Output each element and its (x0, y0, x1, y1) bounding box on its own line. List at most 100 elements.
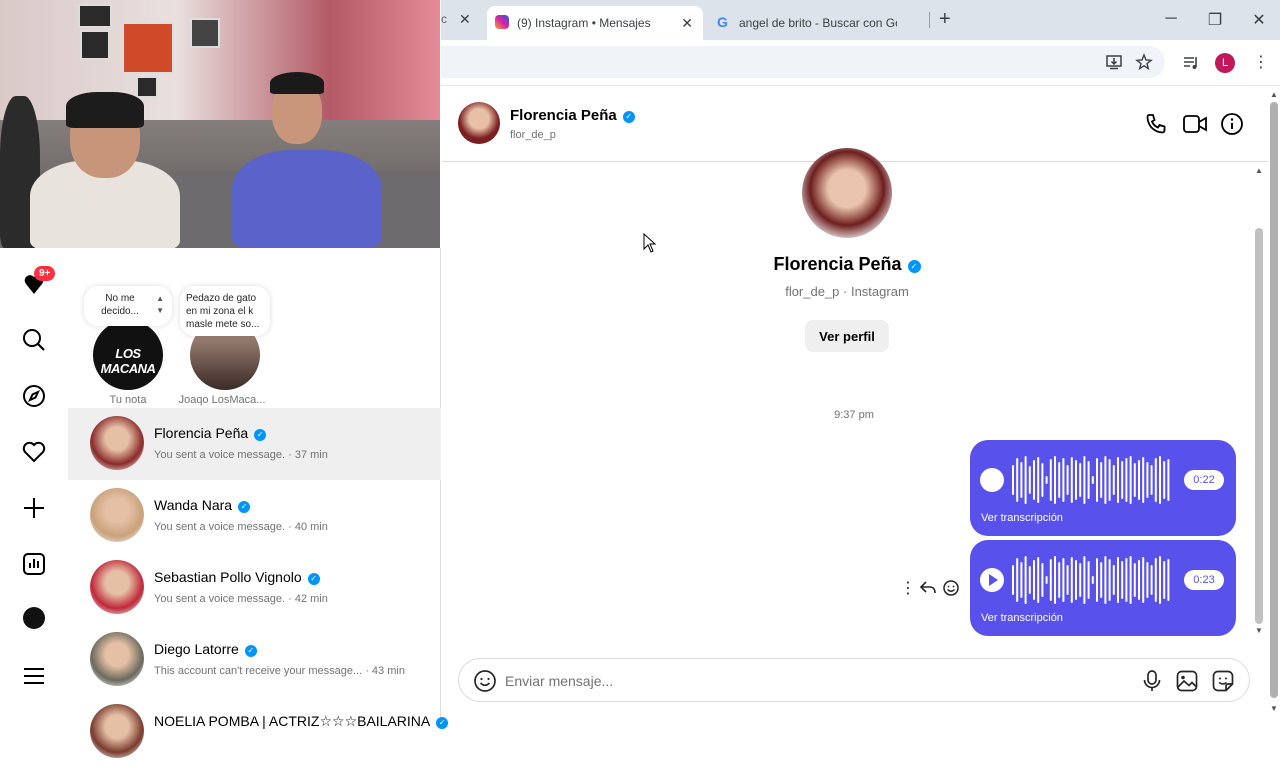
tab-close-icon[interactable]: ✕ (681, 15, 693, 32)
view-transcript-link[interactable]: Ver transcripción (981, 612, 1063, 624)
webcam-person-right-body (232, 150, 382, 248)
conversation-info-icon[interactable] (1220, 112, 1244, 136)
close-window-button[interactable]: ✕ (1249, 10, 1269, 30)
waveform-bar (1083, 456, 1086, 504)
conversation-avatar (90, 560, 144, 614)
verified-badge-icon: ✓ (254, 429, 267, 441)
conversation-row[interactable]: Florencia Peña ✓ You sent a voice message.… (68, 408, 441, 480)
waveform-bar (1083, 556, 1086, 604)
verified-badge-icon: ✓ (238, 501, 251, 513)
scroll-up-arrow-icon[interactable]: ▲ (1255, 166, 1263, 175)
message-more-icon[interactable]: ⋮ (900, 578, 916, 598)
conversation-row[interactable]: Sebastian Pollo Vignolo ✓ You sent a voice… (68, 552, 441, 624)
conversation-name: Diego Latorre ✓ (154, 641, 257, 657)
waveform-bar (1150, 465, 1153, 495)
waveform-bar (1117, 457, 1119, 503)
waveform-bar (1159, 456, 1161, 504)
react-emoji-icon[interactable] (942, 579, 960, 597)
conversation-avatar (90, 416, 144, 470)
play-icon (989, 574, 998, 586)
webcam-overlay (0, 0, 440, 248)
waveform-bar (1129, 556, 1132, 604)
my-note-bubble[interactable]: No me decido... ▲ ▼ (84, 286, 172, 326)
waveform-bar (1070, 457, 1073, 503)
more-menu-icon[interactable] (20, 662, 48, 690)
explore-compass-icon[interactable] (20, 382, 48, 410)
voice-play-button[interactable] (980, 568, 1004, 592)
conversation-row[interactable]: NOELIA POMBA | ACTRIZ☆☆☆BAILARINA ✓ (68, 696, 449, 768)
waveform-bar (1087, 561, 1090, 599)
waveform-bar (1037, 557, 1040, 603)
waveform-bar (1138, 460, 1140, 500)
chat-header-name[interactable]: Florencia Peña ✓ (510, 107, 635, 124)
minimize-button[interactable]: ─ (1161, 10, 1181, 28)
browser-menu-icon[interactable]: ⋮ (1253, 52, 1269, 72)
waveform-bar (1070, 557, 1073, 603)
verified-badge-icon: ✓ (436, 717, 449, 729)
profile-avatar-icon[interactable] (23, 607, 45, 629)
waveform-bar (1041, 563, 1044, 597)
page-scrollbar[interactable]: ▲ ▼ (1268, 88, 1280, 720)
conversation-row[interactable]: Wanda Nara ✓ You sent a voice message. · 4… (68, 480, 441, 552)
video-call-icon[interactable] (1182, 112, 1208, 136)
partial-tab-close-icon[interactable]: ✕ (459, 11, 471, 28)
waveform-bar (1012, 565, 1014, 595)
microphone-icon[interactable] (1141, 669, 1163, 693)
dashboard-chart-icon[interactable] (20, 550, 48, 578)
webcam-poster (136, 76, 158, 98)
waveform-bar (1163, 461, 1166, 499)
scroll-up-arrow-icon[interactable]: ▲ (1270, 90, 1278, 99)
address-bar[interactable] (441, 46, 1165, 78)
message-input[interactable] (505, 669, 1105, 693)
waveform-bar (1058, 462, 1061, 498)
profile-picture-large[interactable] (802, 148, 892, 238)
waveform-bar (1075, 560, 1077, 600)
new-tab-button[interactable]: + (939, 8, 951, 31)
voice-message[interactable]: 0:22 Ver transcripción (970, 440, 1236, 536)
tab-google-search[interactable]: G angel de brito - Buscar con Goo (709, 6, 931, 40)
emoji-picker-icon[interactable] (473, 669, 497, 693)
tab-instagram[interactable]: (9) Instagram • Mensajes ✕ (487, 6, 703, 40)
sticker-icon[interactable] (1211, 669, 1235, 693)
restore-button[interactable]: ❐ (1205, 10, 1225, 30)
profile-avatar[interactable]: L (1215, 53, 1235, 73)
waveform-bar (1079, 463, 1082, 497)
waveform-bar (1100, 462, 1103, 498)
bookmark-star-icon[interactable] (1135, 53, 1153, 71)
create-plus-icon[interactable] (20, 494, 48, 522)
conversation-row[interactable]: Diego Latorre ✓ This account can't receive… (68, 624, 441, 696)
install-app-icon[interactable] (1105, 53, 1123, 71)
reply-icon[interactable] (919, 580, 937, 596)
waveform-bar (1062, 558, 1065, 602)
my-note-avatar[interactable]: LOS MACANA (93, 320, 163, 390)
waveform-bar (1028, 566, 1031, 594)
gallery-image-icon[interactable] (1175, 669, 1199, 693)
page-scroll-thumb[interactable] (1270, 102, 1278, 698)
search-icon[interactable] (20, 326, 48, 354)
view-profile-button[interactable]: Ver perfil (805, 320, 889, 352)
waveform-bar (1104, 556, 1107, 604)
media-controls-icon[interactable] (1182, 54, 1200, 72)
heart-icon[interactable] (20, 438, 48, 466)
note-scroll-arrows-icon[interactable]: ▲ ▼ (156, 293, 164, 317)
tab-label: angel de brito - Buscar con Goo (739, 16, 897, 30)
webcam-person-left-cap (66, 92, 144, 128)
view-transcript-link[interactable]: Ver transcripción (981, 512, 1063, 524)
voice-message[interactable]: 0:23 Ver transcripción (970, 540, 1236, 636)
scroll-down-arrow-icon[interactable]: ▼ (1270, 704, 1278, 713)
waveform-bar (1024, 556, 1027, 604)
chat-scrollbar[interactable]: ▲ ▼ (1252, 164, 1266, 640)
waveform-bar (1075, 460, 1077, 500)
scroll-down-arrow-icon[interactable]: ▼ (1255, 626, 1263, 635)
chat-header-avatar[interactable] (458, 102, 500, 144)
waveform-bar (1058, 562, 1061, 598)
waveform-bar (1121, 561, 1124, 599)
voice-duration: 0:22 (1184, 470, 1224, 490)
joaqo-note-bubble[interactable]: Pedazo de gato en mi zona el k masle met… (180, 286, 270, 336)
voice-play-dot[interactable] (980, 468, 1004, 492)
waveform-bar (1016, 458, 1019, 502)
chat-scroll-thumb[interactable] (1255, 228, 1263, 624)
audio-call-icon[interactable] (1144, 112, 1168, 136)
waveform-bar (1066, 565, 1069, 595)
conversation-avatar (90, 704, 144, 758)
